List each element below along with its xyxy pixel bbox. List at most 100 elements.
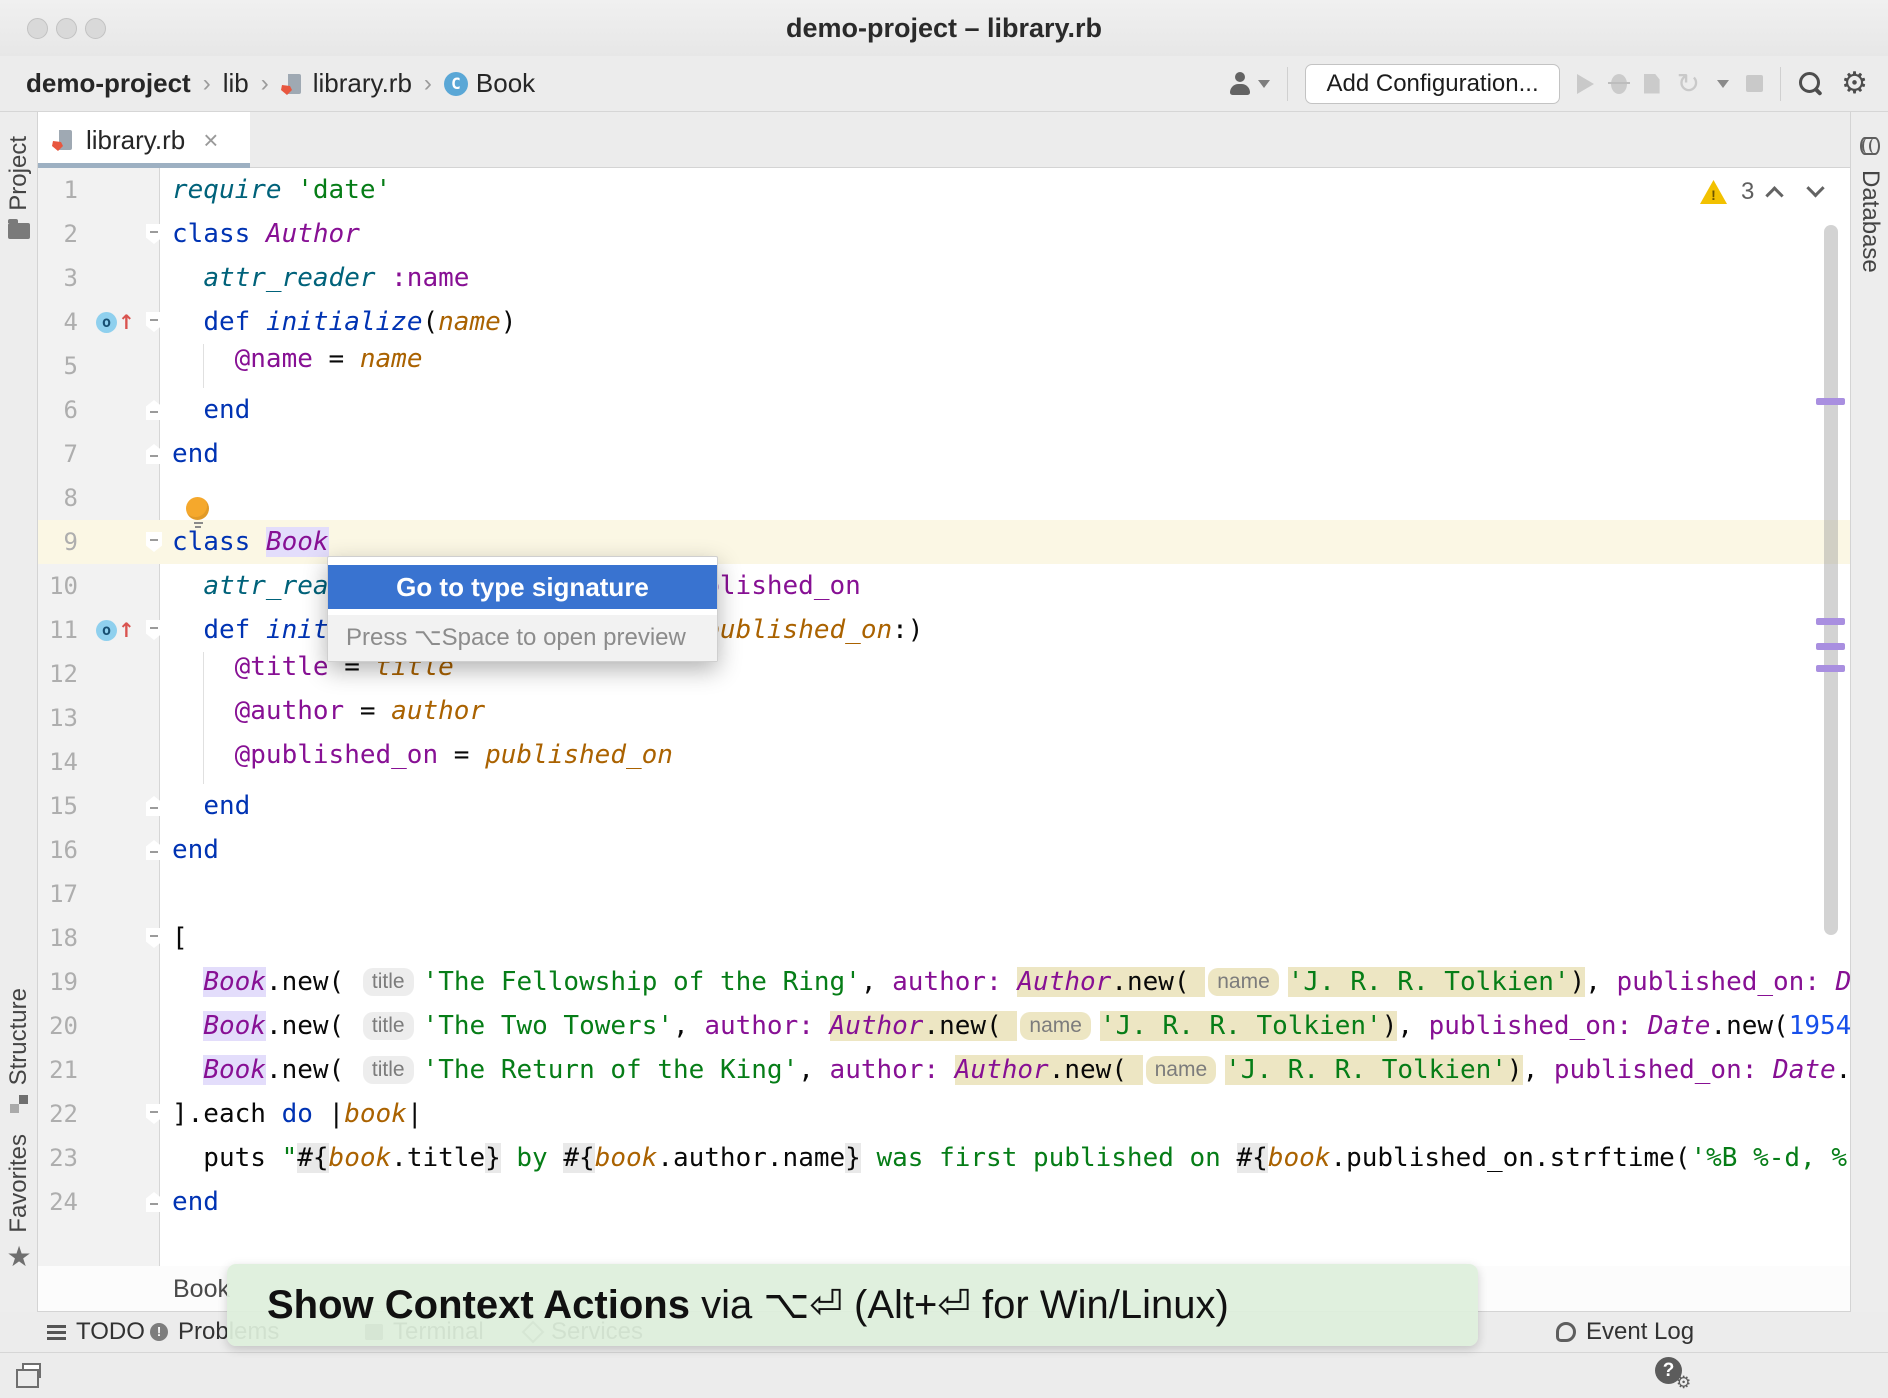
event-log-icon	[1556, 1322, 1576, 1342]
line-number: 14	[38, 748, 78, 776]
fold-marker-icon[interactable]	[146, 444, 162, 464]
coverage-icon[interactable]	[1644, 74, 1660, 94]
fold-marker-icon[interactable]	[146, 840, 162, 860]
scrollbar-thumb[interactable]	[1824, 225, 1838, 935]
code-line[interactable]: 20 Book.new( title'The Two Towers', auth…	[38, 1004, 1850, 1048]
breadcrumb-file[interactable]: library.rb	[313, 68, 412, 99]
rerun-icon[interactable]: ↻	[1677, 74, 1700, 94]
fold-marker-icon[interactable]	[146, 1192, 162, 1212]
code-line[interactable]: 5 @name = name	[38, 344, 1850, 388]
project-tool-label: Project	[5, 136, 33, 211]
code-line[interactable]: 12 @title = title	[38, 652, 1850, 696]
code-line[interactable]: 24end	[38, 1180, 1850, 1224]
override-marker-icon[interactable]: o↑	[96, 618, 135, 642]
fold-marker-icon[interactable]	[146, 224, 162, 244]
breadcrumb: demo-project › lib › library.rb › C Book	[0, 68, 535, 99]
code-line[interactable]: 19 Book.new( title'The Fellowship of the…	[38, 960, 1850, 1004]
code-text: class Book	[172, 527, 329, 557]
folder-icon	[8, 223, 30, 239]
breadcrumb-current-symbol[interactable]: Book	[173, 1266, 230, 1312]
sidebar-item-project[interactable]: Project	[0, 136, 38, 239]
breadcrumb-folder[interactable]: lib	[223, 68, 249, 99]
code-line[interactable]: 22].each do |book|	[38, 1092, 1850, 1136]
chevron-down-icon	[1258, 80, 1270, 88]
code-line[interactable]: 17	[38, 872, 1850, 916]
code-line[interactable]: 18[	[38, 916, 1850, 960]
add-configuration-button[interactable]: Add Configuration...	[1305, 64, 1559, 104]
code-lines: 1 require 'date' 2class Author3 attr_reade…	[38, 168, 1850, 1224]
star-icon: ★	[6, 1243, 31, 1271]
tool-window-event-log[interactable]: Event Log	[1556, 1312, 1694, 1352]
override-marker-icon[interactable]: o↑	[96, 310, 135, 334]
event-log-label: Event Log	[1586, 1318, 1694, 1346]
code-line[interactable]: 4o↑ def initialize(name)	[38, 300, 1850, 344]
code-line[interactable]: 9class Book	[38, 520, 1850, 564]
stop-icon[interactable]	[1746, 75, 1763, 92]
line-number: 10	[38, 572, 78, 600]
code-editor[interactable]: 1 require 'date' 2class Author3 attr_reade…	[38, 168, 1850, 1266]
code-line[interactable]: 13 @author = author	[38, 696, 1850, 740]
toolbar-divider	[1287, 67, 1288, 101]
code-text: Book.new( title'The Return of the King',…	[172, 1055, 1850, 1085]
run-icon[interactable]	[1577, 74, 1594, 94]
right-tool-strip: Database	[1850, 112, 1888, 1312]
line-number: 5	[38, 352, 78, 380]
search-everywhere-icon[interactable]	[1798, 71, 1824, 97]
tab-library-rb[interactable]: library.rb ×	[38, 112, 250, 168]
line-number: 1	[38, 176, 78, 204]
popup-item-go-to-type-signature[interactable]: Go to type signature	[328, 565, 717, 609]
parameter-hint: title	[363, 968, 414, 996]
warning-count: 3	[1741, 178, 1754, 206]
code-text: require 'date'	[172, 175, 391, 205]
sidebar-item-structure[interactable]: Structure	[0, 988, 38, 1113]
code-line[interactable]: 10 attr_reader :title, :author, :publish…	[38, 564, 1850, 608]
fold-marker-icon[interactable]	[146, 928, 162, 948]
code-line[interactable]: 2class Author	[38, 212, 1850, 256]
toolbar-actions: Add Configuration... ↻ ⚙	[1228, 64, 1888, 104]
code-text: end	[172, 791, 250, 821]
fold-marker-icon[interactable]	[146, 400, 162, 420]
settings-gear-icon[interactable]: ⚙	[1841, 69, 1868, 99]
ruby-file-icon	[52, 128, 76, 152]
next-warning-chevron-icon[interactable]	[1807, 179, 1825, 197]
code-line[interactable]: 6 end	[38, 388, 1850, 432]
fold-marker-icon[interactable]	[146, 796, 162, 816]
titlebar: demo-project – library.rb	[0, 0, 1888, 56]
tool-window-todo[interactable]: TODO	[47, 1312, 145, 1352]
code-line[interactable]: 23 puts "#{book.title} by #{book.author.…	[38, 1136, 1850, 1180]
sidebar-item-database[interactable]: Database	[1851, 130, 1888, 273]
code-line[interactable]: 7end	[38, 432, 1850, 476]
code-text: class Author	[172, 219, 360, 249]
code-line[interactable]: 16end	[38, 828, 1850, 872]
prev-warning-chevron-icon[interactable]	[1766, 186, 1784, 204]
inspection-widget[interactable]: ! 3	[1700, 176, 1840, 208]
fold-marker-icon[interactable]	[146, 1104, 162, 1124]
fold-marker-icon[interactable]	[146, 620, 162, 640]
code-line[interactable]: 1 require 'date'	[38, 168, 1850, 212]
code-line[interactable]: 11o↑ def initialize(title:, author:, pub…	[38, 608, 1850, 652]
code-line[interactable]: 8	[38, 476, 1850, 520]
help-gear-icon: ⚙	[1676, 1373, 1691, 1393]
line-number: 21	[38, 1056, 78, 1084]
popup-hint: Press ⌥Space to open preview	[328, 615, 717, 661]
chevron-separator-icon: ›	[412, 70, 444, 98]
breadcrumb-project[interactable]: demo-project	[26, 68, 191, 99]
sidebar-item-favorites[interactable]: Favorites ★	[0, 1134, 38, 1271]
fold-marker-icon[interactable]	[146, 532, 162, 552]
code-line[interactable]: 14 @published_on = published_on	[38, 740, 1850, 784]
debug-icon[interactable]	[1611, 74, 1627, 94]
fold-marker-icon[interactable]	[146, 312, 162, 332]
intention-lightbulb-icon[interactable]	[186, 497, 210, 531]
code-line[interactable]: 3 attr_reader :name	[38, 256, 1850, 300]
line-number: 18	[38, 924, 78, 952]
breadcrumb-symbol[interactable]: Book	[476, 68, 535, 99]
close-tab-icon[interactable]: ×	[203, 125, 218, 156]
parameter-hint: name	[1208, 968, 1279, 996]
code-line[interactable]: 15 end	[38, 784, 1850, 828]
code-text: ].each do |book|	[172, 1099, 422, 1129]
code-line[interactable]: 21 Book.new( title'The Return of the Kin…	[38, 1048, 1850, 1092]
toggle-toolwindows-icon[interactable]	[22, 1363, 41, 1378]
chevron-separator-icon: ›	[249, 70, 281, 98]
run-options-chevron-icon[interactable]	[1717, 80, 1729, 88]
user-menu[interactable]	[1228, 72, 1270, 95]
